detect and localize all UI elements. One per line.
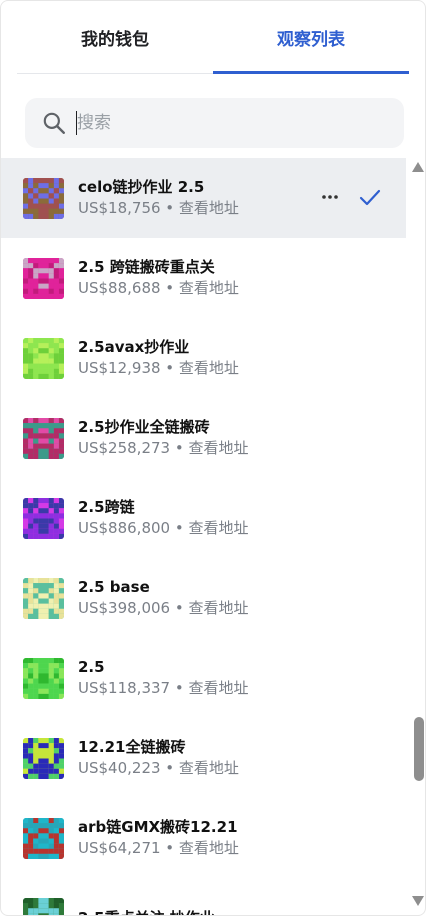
account-text: 2.5 跨链搬砖重点关 US$88,688 • 查看地址 xyxy=(78,257,239,299)
account-subtitle: US$88,688 • 查看地址 xyxy=(78,277,239,299)
search-icon xyxy=(43,112,65,134)
account-avatar-icon xyxy=(23,577,64,619)
account-row[interactable]: 2.5 base US$398,006 • 查看地址 xyxy=(1,558,406,638)
account-name: 2.5跨链 xyxy=(78,498,135,516)
tab-my-wallet[interactable]: 我的钱包 xyxy=(17,1,213,73)
account-name: 2.5 base xyxy=(78,578,150,596)
account-avatar-icon xyxy=(23,257,64,299)
account-row[interactable]: 2.5重点关注 抄作业、 xyxy=(1,878,406,915)
account-subtitle: US$12,938 • 查看地址 xyxy=(78,357,239,379)
separator-dot: • xyxy=(160,199,179,217)
account-subtitle: US$64,271 • 查看地址 xyxy=(78,837,239,859)
view-address-link[interactable]: 查看地址 xyxy=(179,839,239,857)
account-avatar-icon xyxy=(23,337,64,379)
separator-dot: • xyxy=(160,759,179,777)
account-subtitle: US$886,800 • 查看地址 xyxy=(78,517,248,539)
account-avatar-icon xyxy=(23,657,64,699)
account-name: 2.5avax抄作业 xyxy=(78,338,190,356)
text-cursor xyxy=(76,111,77,135)
account-name: 12.21全链搬砖 xyxy=(78,738,186,756)
account-balance: US$258,273 xyxy=(78,439,171,457)
account-row[interactable]: celo链抄作业 2.5 US$18,756 • 查看地址 xyxy=(1,158,406,238)
account-row[interactable]: 2.5avax抄作业 US$12,938 • 查看地址 xyxy=(1,318,406,398)
account-name: arb链GMX搬砖12.21 xyxy=(78,818,238,836)
view-address-link[interactable]: 查看地址 xyxy=(188,519,248,537)
view-address-link[interactable]: 查看地址 xyxy=(188,599,248,617)
account-row[interactable]: 12.21全链搬砖 US$40,223 • 查看地址 xyxy=(1,718,406,798)
account-text: 2.5 US$118,337 • 查看地址 xyxy=(78,657,248,699)
account-name: 2.5抄作业全链搬砖 xyxy=(78,418,210,436)
watchlist-panel: 我的钱包 观察列表 celo链抄作业 2.5US$18,756 • 查看地址2.… xyxy=(0,0,426,916)
account-balance: US$118,337 xyxy=(78,679,171,697)
account-text: 2.5avax抄作业 US$12,938 • 查看地址 xyxy=(78,337,239,379)
tab-bar: 我的钱包 观察列表 xyxy=(17,1,409,74)
scrollbar-thumb[interactable] xyxy=(414,717,424,781)
account-avatar-icon xyxy=(23,417,64,459)
account-name: 2.5重点关注 抄作业、 xyxy=(78,908,230,915)
account-avatar-icon xyxy=(23,817,64,859)
scroll-up-arrow-icon[interactable] xyxy=(411,161,425,173)
account-row[interactable]: 2.5 跨链搬砖重点关 US$88,688 • 查看地址 xyxy=(1,238,406,318)
account-text: celo链抄作业 2.5 US$18,756 • 查看地址 xyxy=(78,177,239,219)
separator-dot: • xyxy=(160,359,179,377)
search-box[interactable] xyxy=(25,98,404,148)
separator-dot: • xyxy=(170,519,189,537)
account-text: 2.5重点关注 抄作业、 xyxy=(78,908,230,915)
more-options-icon[interactable] xyxy=(319,186,341,208)
account-row[interactable]: 2.5抄作业全链搬砖 US$258,273 • 查看地址 xyxy=(1,398,406,478)
account-avatar-icon xyxy=(23,737,64,779)
view-address-link[interactable]: 查看地址 xyxy=(179,359,239,377)
account-balance: US$12,938 xyxy=(78,359,161,377)
account-subtitle: US$398,006 • 查看地址 xyxy=(78,597,248,619)
account-row[interactable]: arb链GMX搬砖12.21 US$64,271 • 查看地址 xyxy=(1,798,406,878)
account-text: 2.5抄作业全链搬砖 US$258,273 • 查看地址 xyxy=(78,417,248,459)
account-name: 2.5 跨链搬砖重点关 xyxy=(78,258,215,276)
separator-dot: • xyxy=(160,839,179,857)
account-list: celo链抄作业 2.5 US$18,756 • 查看地址 2.5 跨链搬砖重点关 U… xyxy=(1,158,406,915)
account-subtitle: US$118,337 • 查看地址 xyxy=(78,677,248,699)
account-name: celo链抄作业 2.5 xyxy=(78,178,205,196)
account-row[interactable]: 2.5 US$118,337 • 查看地址 xyxy=(1,638,406,718)
view-address-link[interactable]: 查看地址 xyxy=(179,279,239,297)
view-address-link[interactable]: 查看地址 xyxy=(188,439,248,457)
checkmark-icon xyxy=(359,189,381,206)
account-balance: US$40,223 xyxy=(78,759,161,777)
separator-dot: • xyxy=(170,679,189,697)
account-balance: US$886,800 xyxy=(78,519,171,537)
account-subtitle: US$258,273 • 查看地址 xyxy=(78,437,248,459)
account-row[interactable]: 2.5跨链 US$886,800 • 查看地址 xyxy=(1,478,406,558)
account-avatar-icon xyxy=(23,497,64,539)
account-avatar-icon xyxy=(23,177,64,219)
account-balance: US$398,006 xyxy=(78,599,171,617)
account-subtitle: US$18,756 • 查看地址 xyxy=(78,197,239,219)
tab-watchlist[interactable]: 观察列表 xyxy=(213,1,409,74)
account-text: 12.21全链搬砖 US$40,223 • 查看地址 xyxy=(78,737,239,779)
account-balance: US$64,271 xyxy=(78,839,161,857)
separator-dot: • xyxy=(160,279,179,297)
account-text: 2.5 base US$398,006 • 查看地址 xyxy=(78,577,248,619)
search-input[interactable] xyxy=(77,113,377,133)
separator-dot: • xyxy=(170,599,189,617)
account-balance: US$18,756 xyxy=(78,199,161,217)
scroll-down-arrow-icon[interactable] xyxy=(411,895,425,907)
separator-dot: • xyxy=(170,439,189,457)
view-address-link[interactable]: 查看地址 xyxy=(179,199,239,217)
account-text: 2.5跨链 US$886,800 • 查看地址 xyxy=(78,497,248,539)
account-text: arb链GMX搬砖12.21 US$64,271 • 查看地址 xyxy=(78,817,239,859)
account-name: 2.5 xyxy=(78,658,105,676)
view-address-link[interactable]: 查看地址 xyxy=(188,679,248,697)
account-avatar-icon xyxy=(23,897,64,915)
view-address-link[interactable]: 查看地址 xyxy=(179,759,239,777)
account-subtitle: US$40,223 • 查看地址 xyxy=(78,757,239,779)
account-balance: US$88,688 xyxy=(78,279,161,297)
